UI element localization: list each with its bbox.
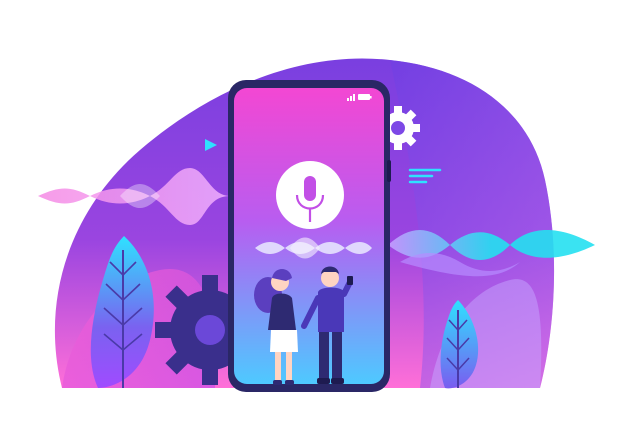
microphone-button — [276, 161, 344, 229]
voice-assistant-illustration — [0, 0, 626, 436]
smartphone — [228, 80, 391, 392]
illustration-canvas — [38, 58, 595, 392]
battery-icon — [358, 94, 372, 100]
